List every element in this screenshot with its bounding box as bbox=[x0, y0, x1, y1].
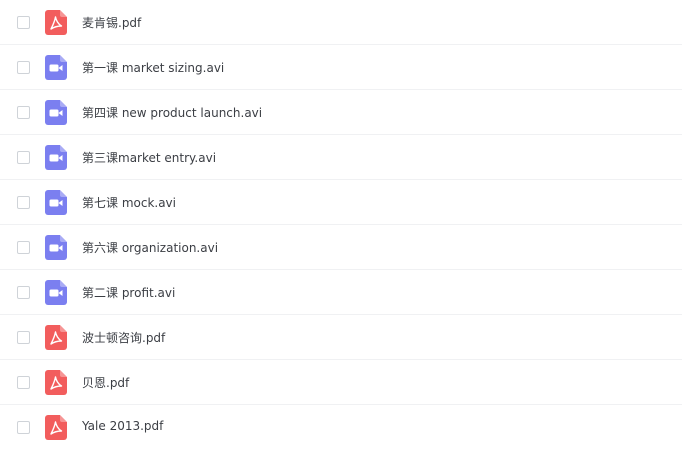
row-checkbox[interactable] bbox=[17, 241, 30, 254]
file-name[interactable]: 第七课 mock.avi bbox=[82, 194, 176, 211]
row-checkbox[interactable] bbox=[17, 421, 30, 434]
file-name[interactable]: 第一课 market sizing.avi bbox=[82, 59, 224, 76]
video-file-icon bbox=[45, 235, 67, 260]
file-row[interactable]: 贝恩.pdf bbox=[0, 360, 682, 405]
file-name[interactable]: 麦肯锡.pdf bbox=[82, 14, 141, 31]
file-name[interactable]: Yale 2013.pdf bbox=[82, 419, 163, 433]
file-name[interactable]: 波士顿咨询.pdf bbox=[82, 329, 165, 346]
video-file-icon bbox=[45, 100, 67, 125]
file-name[interactable]: 贝恩.pdf bbox=[82, 374, 129, 391]
row-checkbox[interactable] bbox=[17, 61, 30, 74]
pdf-file-icon bbox=[45, 370, 67, 395]
video-file-icon bbox=[45, 190, 67, 215]
pdf-file-icon bbox=[45, 10, 67, 35]
video-file-icon bbox=[45, 145, 67, 170]
row-checkbox[interactable] bbox=[17, 331, 30, 344]
file-row[interactable]: 麦肯锡.pdf bbox=[0, 0, 682, 45]
file-row[interactable]: Yale 2013.pdf bbox=[0, 405, 682, 449]
row-checkbox[interactable] bbox=[17, 286, 30, 299]
row-checkbox[interactable] bbox=[17, 196, 30, 209]
row-checkbox[interactable] bbox=[17, 16, 30, 29]
file-name[interactable]: 第六课 organization.avi bbox=[82, 239, 218, 256]
file-row[interactable]: 第一课 market sizing.avi bbox=[0, 45, 682, 90]
row-checkbox[interactable] bbox=[17, 151, 30, 164]
file-row[interactable]: 第六课 organization.avi bbox=[0, 225, 682, 270]
file-row[interactable]: 第二课 profit.avi bbox=[0, 270, 682, 315]
file-list: 麦肯锡.pdf 第一课 market sizing.avi 第四课 new prod… bbox=[0, 0, 682, 449]
file-name[interactable]: 第四课 new product launch.avi bbox=[82, 104, 262, 121]
video-file-icon bbox=[45, 55, 67, 80]
file-row[interactable]: 第三课market entry.avi bbox=[0, 135, 682, 180]
row-checkbox[interactable] bbox=[17, 106, 30, 119]
file-row[interactable]: 波士顿咨询.pdf bbox=[0, 315, 682, 360]
row-checkbox[interactable] bbox=[17, 376, 30, 389]
pdf-file-icon bbox=[45, 415, 67, 440]
file-row[interactable]: 第四课 new product launch.avi bbox=[0, 90, 682, 135]
file-row[interactable]: 第七课 mock.avi bbox=[0, 180, 682, 225]
video-file-icon bbox=[45, 280, 67, 305]
file-name[interactable]: 第三课market entry.avi bbox=[82, 149, 216, 166]
pdf-file-icon bbox=[45, 325, 67, 350]
file-name[interactable]: 第二课 profit.avi bbox=[82, 284, 175, 301]
